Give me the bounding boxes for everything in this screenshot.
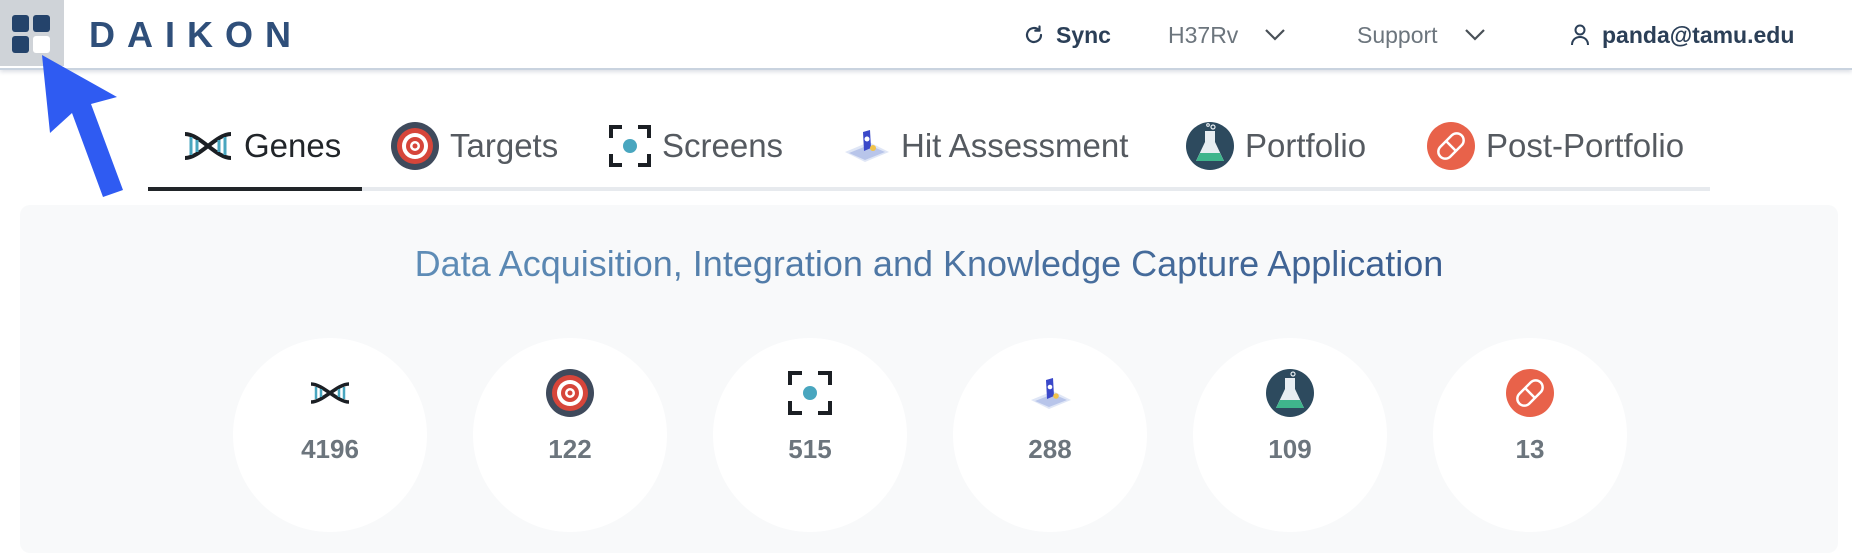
tab-hit-assessment-label: Hit Assessment <box>901 127 1129 164</box>
dna-icon <box>310 382 350 404</box>
hit-assessment-icon <box>1031 378 1071 409</box>
tab-screens[interactable]: Screens <box>608 106 783 186</box>
tab-portfolio-label: Portfolio <box>1245 127 1367 164</box>
tab-targets[interactable]: Targets <box>390 106 558 186</box>
hit-assessment-icon <box>845 130 889 162</box>
pointer-arrow-icon <box>42 55 123 197</box>
sync-label: Sync <box>1056 21 1111 48</box>
tab-post-portfolio-label: Post-Portfolio <box>1486 127 1685 164</box>
pill-icon <box>1427 122 1475 170</box>
support-dropdown[interactable]: Support <box>1357 0 1486 70</box>
organism-dropdown[interactable]: H37Rv <box>1168 0 1286 70</box>
screen-icon <box>788 371 832 415</box>
page-headline: Data Acquisition, Integration and Knowle… <box>20 243 1838 285</box>
app-grid-icon-square <box>33 36 50 53</box>
brand-logo[interactable]: DAIKON <box>89 14 303 56</box>
screen-icon <box>609 125 651 167</box>
sync-button[interactable]: Sync <box>1022 0 1111 70</box>
stat-screens-count: 515 <box>788 434 832 464</box>
tab-screens-label: Screens <box>662 127 784 164</box>
organism-label: H37Rv <box>1168 21 1239 48</box>
sync-icon <box>1025 25 1043 44</box>
tab-post-portfolio[interactable]: Post-Portfolio <box>1426 106 1684 186</box>
user-email: panda@tamu.edu <box>1602 21 1795 48</box>
active-tab-indicator <box>148 187 362 191</box>
stat-genes-count: 4196 <box>301 434 359 464</box>
stat-portfolio-count: 109 <box>1268 434 1312 464</box>
dna-icon <box>184 132 232 160</box>
stat-targets-count: 122 <box>548 434 592 464</box>
stat-hit-assessment-count: 288 <box>1028 434 1072 464</box>
stat-portfolio[interactable]: 109 <box>1193 338 1387 532</box>
module-tabs: Genes Targets Screens Hit Assessment Por… <box>148 96 1710 191</box>
pill-icon <box>1506 369 1554 417</box>
stat-targets[interactable]: 122 <box>473 338 667 532</box>
chevron-down-icon <box>1265 29 1286 41</box>
flask-icon <box>1266 369 1314 417</box>
tab-portfolio[interactable]: Portfolio <box>1185 106 1366 186</box>
app-grid-icon-square <box>12 36 29 53</box>
user-menu[interactable]: panda@tamu.edu <box>1570 0 1794 70</box>
app-grid-icon <box>12 15 29 32</box>
tab-hit-assessment[interactable]: Hit Assessment <box>843 106 1128 186</box>
user-icon <box>1571 24 1589 46</box>
top-navbar: DAIKON Sync H37Rv Support panda@tamu.edu <box>0 0 1852 70</box>
stat-post-portfolio[interactable]: 13 <box>1433 338 1627 532</box>
stat-genes[interactable]: 4196 <box>233 338 427 532</box>
target-icon <box>546 369 594 417</box>
stat-post-portfolio-count: 13 <box>1515 434 1545 464</box>
tab-genes[interactable]: Genes <box>182 106 341 186</box>
dashboard-panel: Data Acquisition, Integration and Knowle… <box>20 205 1838 553</box>
stat-hit-assessment[interactable]: 288 <box>953 338 1147 532</box>
target-icon <box>391 122 439 170</box>
tab-targets-label: Targets <box>450 127 559 164</box>
tab-genes-label: Genes <box>244 127 342 164</box>
chevron-down-icon <box>1464 29 1485 41</box>
flask-icon <box>1186 122 1234 170</box>
app-grid-icon-square <box>33 15 50 32</box>
support-label: Support <box>1357 21 1438 48</box>
stat-screens[interactable]: 515 <box>713 338 907 532</box>
